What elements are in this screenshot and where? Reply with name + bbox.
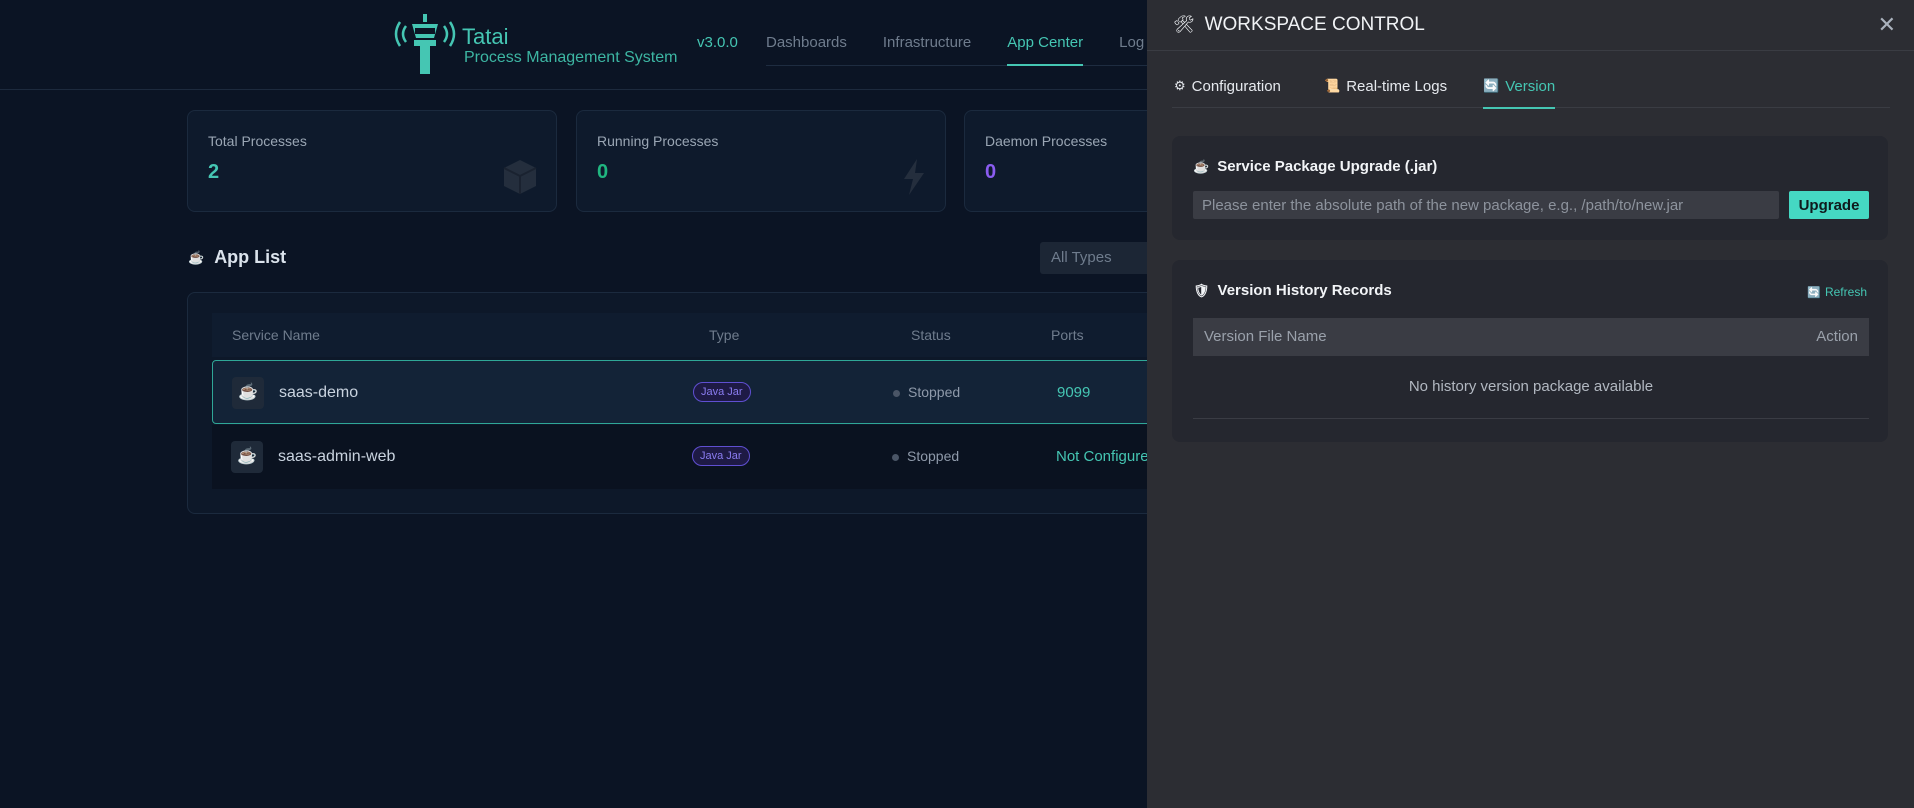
coffee-icon: ☕: [188, 249, 205, 265]
stat-label: Daemon Processes: [985, 133, 1108, 149]
drawer-title-text: WORKSPACE CONTROL: [1204, 14, 1425, 35]
upgrade-button[interactable]: Upgrade: [1789, 191, 1869, 219]
status-indicator: Stopped: [893, 384, 960, 400]
stat-label: Total Processes: [208, 133, 307, 149]
table-row[interactable]: ☕ saas-demo Java Jar Stopped 9099: [212, 360, 1178, 424]
ports-value: 9099: [1057, 384, 1091, 401]
stat-card-total: Total Processes 2: [187, 110, 557, 212]
ports-value: Not Configure: [1056, 448, 1149, 465]
version-history-title-text: Version History Records: [1217, 282, 1392, 299]
upgrade-title-text: Service Package Upgrade (.jar): [1217, 158, 1438, 175]
col-version-file-name: Version File Name: [1204, 328, 1327, 345]
scroll-icon: 📜: [1324, 78, 1341, 93]
tab-configuration[interactable]: ⚙ Configuration: [1174, 78, 1281, 107]
status-dot-icon: [893, 389, 900, 397]
brand-subtitle: Process Management System: [464, 49, 678, 66]
tab-label: Real-time Logs: [1346, 78, 1448, 95]
package-path-input[interactable]: [1193, 191, 1779, 219]
refresh-label: Refresh: [1824, 285, 1867, 299]
version-label: v3.0.0: [697, 34, 738, 51]
col-status: Status: [911, 327, 951, 343]
stat-value: 0: [985, 161, 997, 183]
col-ports: Ports: [1051, 327, 1084, 343]
version-history-title: 🛡 Version History Records: [1193, 282, 1392, 299]
stat-card-running: Running Processes 0: [576, 110, 946, 212]
type-badge: Java Jar: [692, 446, 750, 466]
stat-value: 2: [208, 161, 220, 183]
tab-label: Configuration: [1191, 78, 1281, 95]
close-icon[interactable]: ✕: [1878, 12, 1896, 38]
drawer-title: 🛠 WORKSPACE CONTROL: [1173, 14, 1425, 36]
drawer-tabs: ⚙ Configuration 📜 Real-time Logs 🔄 Versi…: [1172, 74, 1890, 109]
app-name: saas-demo: [279, 384, 359, 401]
upgrade-card: ☕ Service Package Upgrade (.jar): [1172, 136, 1888, 240]
nav-dashboards[interactable]: Dashboards: [766, 34, 847, 64]
workspace-control-drawer: 🛠 WORKSPACE CONTROL ✕ ⚙ Configuration 📜 …: [1147, 0, 1914, 808]
brand-name: Tatai: [462, 24, 509, 49]
stat-value: 0: [597, 161, 609, 183]
type-badge: Java Jar: [693, 382, 751, 402]
empty-state-text: No history version package available: [1193, 356, 1869, 419]
shield-icon: 🛡: [1193, 282, 1210, 298]
status-dot-icon: [892, 453, 899, 461]
stat-label: Running Processes: [597, 133, 719, 149]
status-text: Stopped: [908, 384, 961, 400]
tab-real-time-logs[interactable]: 📜 Real-time Logs: [1324, 78, 1447, 107]
nav-log[interactable]: Log: [1119, 34, 1144, 64]
app-list-title: ☕ App List: [188, 247, 286, 268]
col-type: Type: [709, 327, 740, 343]
box-icon: [502, 158, 538, 205]
nav-infrastructure[interactable]: Infrastructure: [883, 34, 971, 64]
stat-card-daemon: Daemon Processes 0: [964, 110, 1166, 212]
version-table-header: Version File Name Action: [1193, 318, 1869, 356]
coffee-icon: ☕: [231, 441, 263, 473]
coffee-icon: ☕: [232, 377, 264, 409]
version-history-table: Version File Name Action No history vers…: [1193, 318, 1869, 420]
nav-app-center[interactable]: App Center: [1007, 34, 1084, 66]
table-header: Service Name Type Status Ports: [212, 313, 1178, 357]
app-list-panel: Service Name Type Status Ports ☕ saas-de…: [187, 292, 1179, 514]
refresh-button[interactable]: 🔄 Refresh: [1807, 285, 1867, 299]
upgrade-card-title: ☕ Service Package Upgrade (.jar): [1193, 158, 1437, 175]
tools-icon: 🛠: [1173, 15, 1195, 34]
refresh-icon: 🔄: [1483, 78, 1500, 93]
tab-label: Version: [1505, 78, 1556, 95]
main-nav: Dashboards Infrastructure App Center Log: [766, 34, 1181, 66]
app-name: saas-admin-web: [278, 448, 396, 465]
refresh-icon: 🔄: [1807, 286, 1821, 299]
coffee-icon: ☕: [1193, 158, 1210, 174]
drawer-header: 🛠 WORKSPACE CONTROL ✕: [1147, 0, 1914, 51]
app-list-title-text: App List: [214, 247, 287, 267]
col-action: Action: [1816, 328, 1858, 345]
gear-icon: ⚙: [1174, 78, 1186, 93]
status-indicator: Stopped: [892, 448, 959, 464]
control-tower-logo-icon: [394, 14, 456, 74]
col-service-name: Service Name: [232, 327, 320, 343]
lightning-icon: [901, 158, 927, 205]
table-row[interactable]: ☕ saas-admin-web Java Jar Stopped Not Co…: [212, 425, 1178, 489]
tab-version[interactable]: 🔄 Version: [1483, 78, 1556, 109]
status-text: Stopped: [907, 448, 960, 464]
